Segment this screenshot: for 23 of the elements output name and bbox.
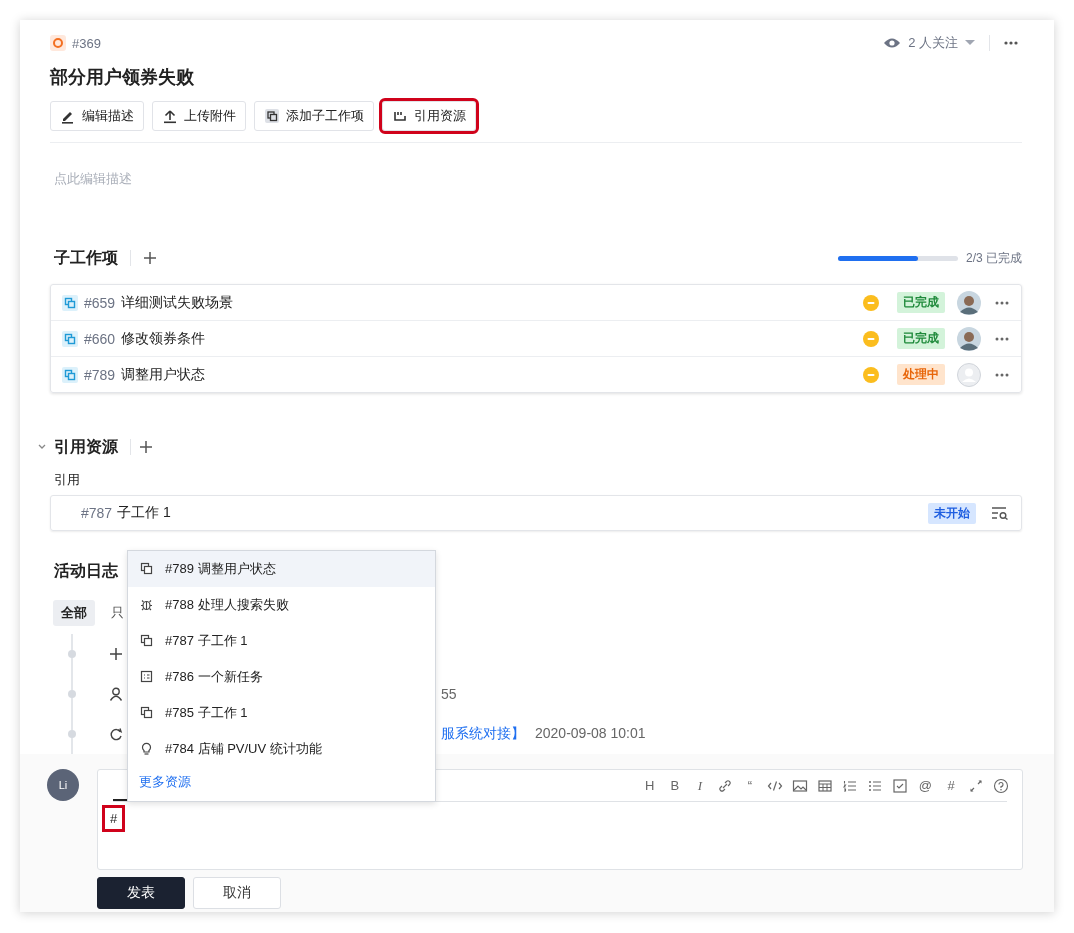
issue-title: 部分用户领券失败 [50, 66, 195, 89]
item-number: #787 [81, 505, 113, 521]
entry-time: 2020-09-08 10:01 [535, 725, 646, 743]
status-tag: 已完成 [897, 292, 945, 313]
group-label: 引用 [54, 471, 81, 489]
typed-text: # [105, 808, 123, 829]
item-title: 详细测试失败场景 [121, 293, 235, 312]
item-number: #789 [84, 366, 116, 383]
status-tag: 处理中 [897, 364, 945, 385]
item-number: #660 [84, 330, 116, 347]
section-title: 引用资源 [54, 436, 118, 457]
status-tag: 未开始 [928, 502, 976, 524]
section-title: 子工作项 [54, 247, 118, 268]
entry-text: 55 [441, 686, 457, 702]
section-title: 活动日志 [54, 562, 118, 579]
item-title: 调整用户状态 [121, 365, 207, 384]
user-avatar: Li [47, 769, 79, 801]
item-title: 子工作 1 [117, 504, 172, 522]
item-title: 修改领券条件 [121, 329, 207, 348]
issue-number: #369 [72, 35, 101, 51]
status-tag: 已完成 [897, 328, 945, 349]
progress-label: 2/3 已完成 [966, 249, 1022, 267]
item-number: #659 [84, 294, 116, 311]
